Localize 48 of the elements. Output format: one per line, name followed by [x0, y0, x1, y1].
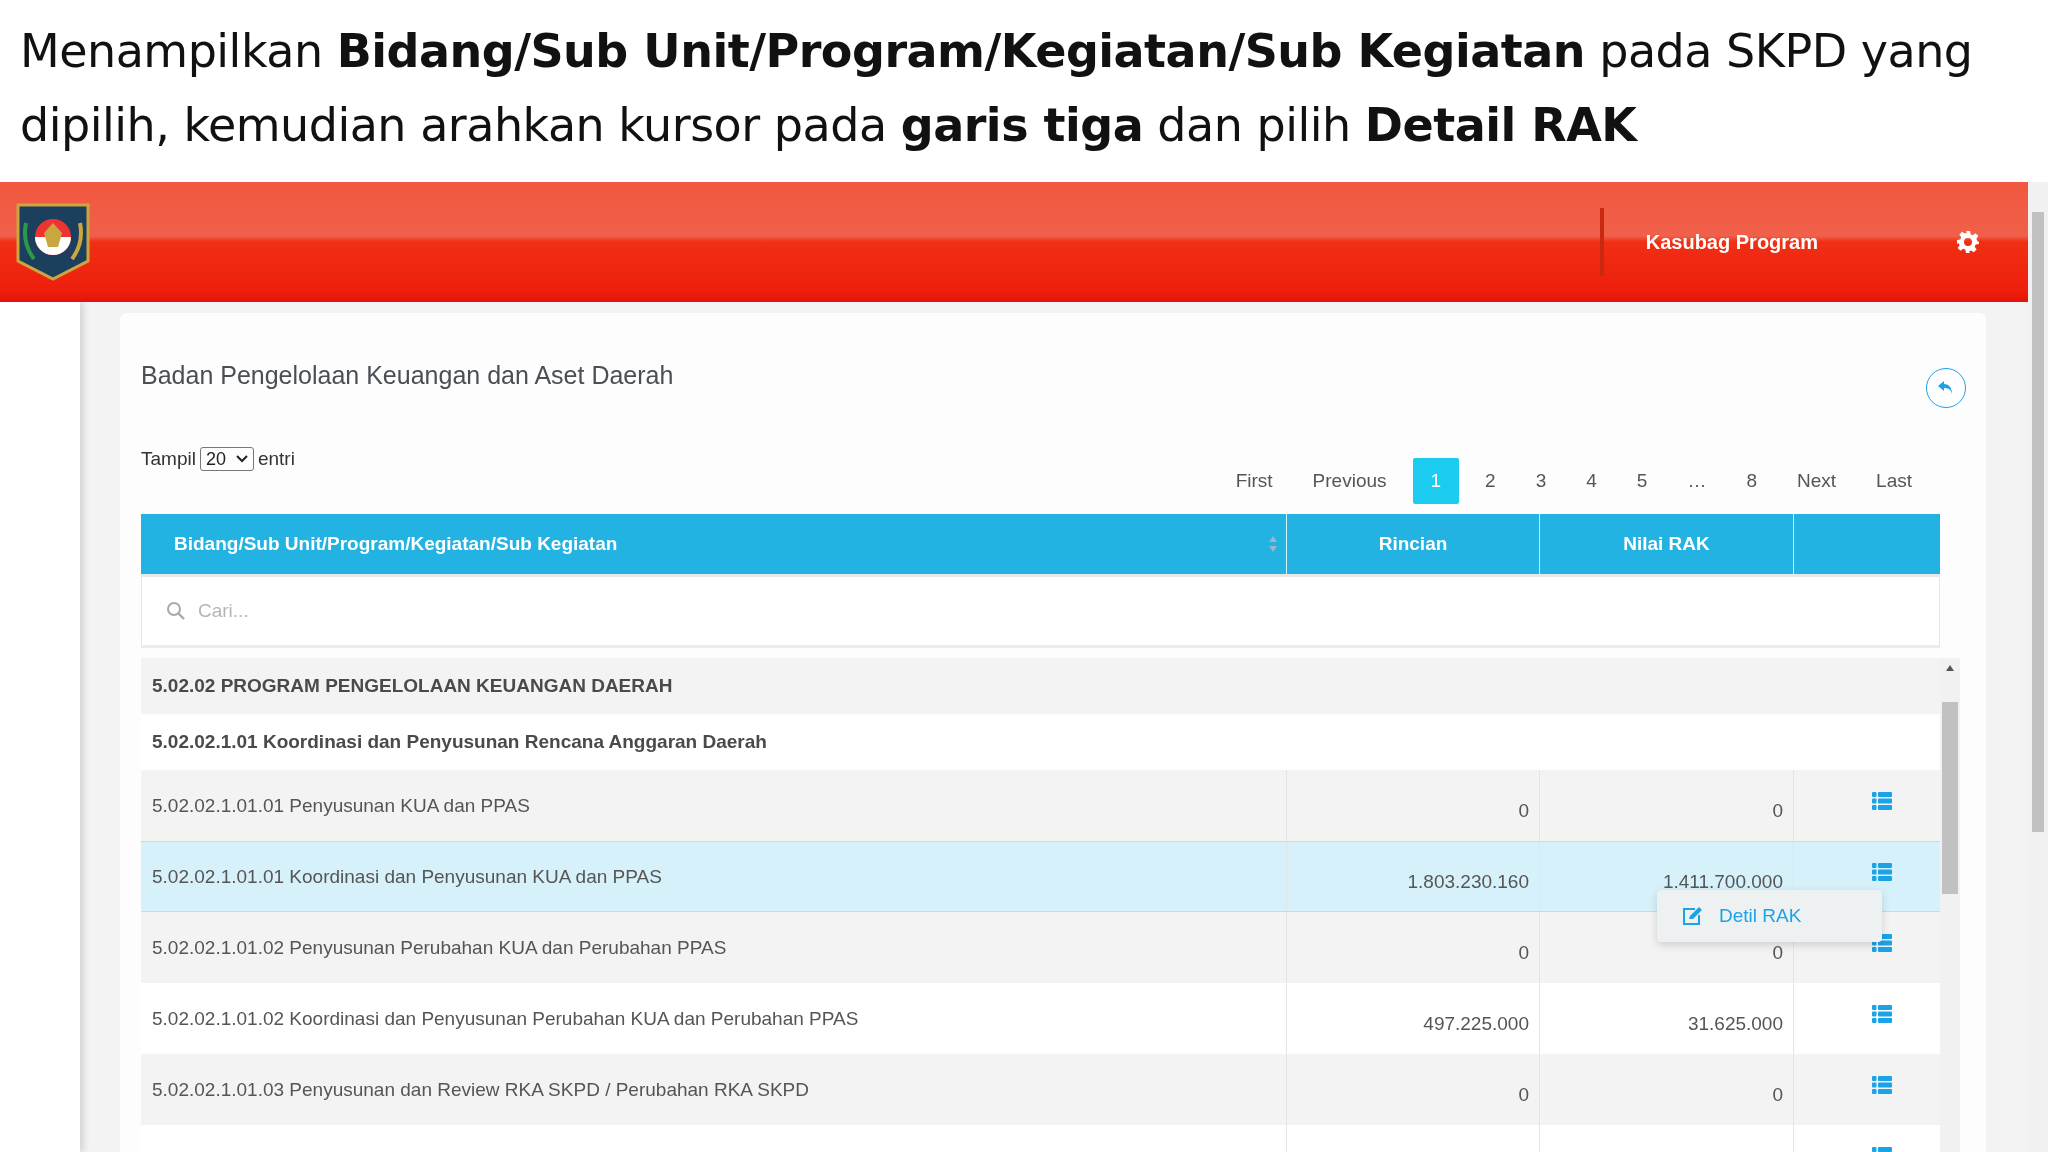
length-label: Tampil	[141, 448, 196, 470]
table-cell: 0	[1518, 941, 1529, 964]
page-link[interactable]: First	[1221, 458, 1287, 504]
sort-icon	[1268, 535, 1278, 553]
list-icon	[1872, 1004, 1892, 1023]
settings-icon[interactable]	[1956, 230, 1980, 254]
page-link[interactable]: 2	[1471, 458, 1510, 504]
page-link[interactable]: 8	[1732, 458, 1771, 504]
scrollbar[interactable]	[1940, 658, 1960, 1152]
list-icon	[1872, 862, 1892, 881]
reply-arrow-icon	[1937, 380, 1955, 396]
table-cell: 0	[1772, 799, 1783, 822]
table-cell: 1.803.230.160	[1407, 870, 1529, 893]
entries-dropdown[interactable]: 20	[199, 447, 254, 471]
page-link[interactable]: …	[1673, 458, 1721, 504]
scroll-up-icon	[1945, 664, 1955, 672]
chevron-down-icon	[235, 455, 248, 463]
list-icon	[1872, 1075, 1892, 1094]
table-cell: 0	[1772, 941, 1783, 964]
table-cell: 1.411.700.000	[1662, 870, 1783, 893]
scrollbar[interactable]	[2028, 182, 2048, 1152]
table-cell: 0	[1518, 1083, 1529, 1106]
instruction-text: Menampilkan Bidang/Sub Unit/Program/Kegiatan/Sub Kegiatan pada SKPD yang dipilih, kemudian arahkan kursor pada garis tiga dan pilih Detail RAK	[19, 23, 1974, 154]
search-icon	[166, 601, 186, 621]
page-link[interactable]: Previous	[1298, 458, 1401, 504]
table-cell: 0	[1772, 1083, 1783, 1106]
table-cell: 5.02.02 PROGRAM PENGELOLAAN KEUANGAN DAERAH	[152, 675, 673, 697]
back-button[interactable]	[1926, 368, 1966, 408]
search-field[interactable]: Cari...	[196, 599, 800, 623]
table-cell: 497.225.000	[1423, 1012, 1529, 1035]
user-role[interactable]: Kasubag Program	[1645, 230, 1818, 254]
table-cell: 5.02.02.1.01.03 Penyusunan dan Review RKA SKPD / Perubahan RKA SKPD	[152, 1078, 809, 1101]
page-link[interactable]: 4	[1572, 458, 1611, 504]
page-link[interactable]: 3	[1521, 458, 1561, 504]
list-icon	[1872, 791, 1892, 810]
length-label: entri	[257, 448, 295, 470]
table-cell: 5.02.02.1.01.01 Koordinasi dan Penyusunan KUA dan PPAS	[152, 865, 662, 888]
page-link[interactable]: Last	[1862, 458, 1926, 504]
table-cell: 0	[1518, 799, 1529, 822]
page-title: Badan Pengelolaan Keuangan dan Aset Daerah	[141, 361, 674, 390]
table-cell: 5.02.02.1.01 Koordinasi dan Penyusunan Rencana Anggaran Daerah	[152, 731, 767, 753]
page-link[interactable]: 5	[1622, 458, 1662, 504]
table-cell: 31.625.000	[1687, 1012, 1783, 1035]
table-cell: 5.02.02.1.01.01 Penyusunan KUA dan PPAS	[152, 794, 530, 817]
page-link[interactable]: Next	[1783, 458, 1851, 504]
list-icon	[1872, 933, 1892, 952]
table-cell: 5.02.02.1.01.02 Koordinasi dan Penyusunan Perubahan KUA dan Perubahan PPAS	[152, 1007, 859, 1030]
edit-icon	[1681, 906, 1703, 926]
